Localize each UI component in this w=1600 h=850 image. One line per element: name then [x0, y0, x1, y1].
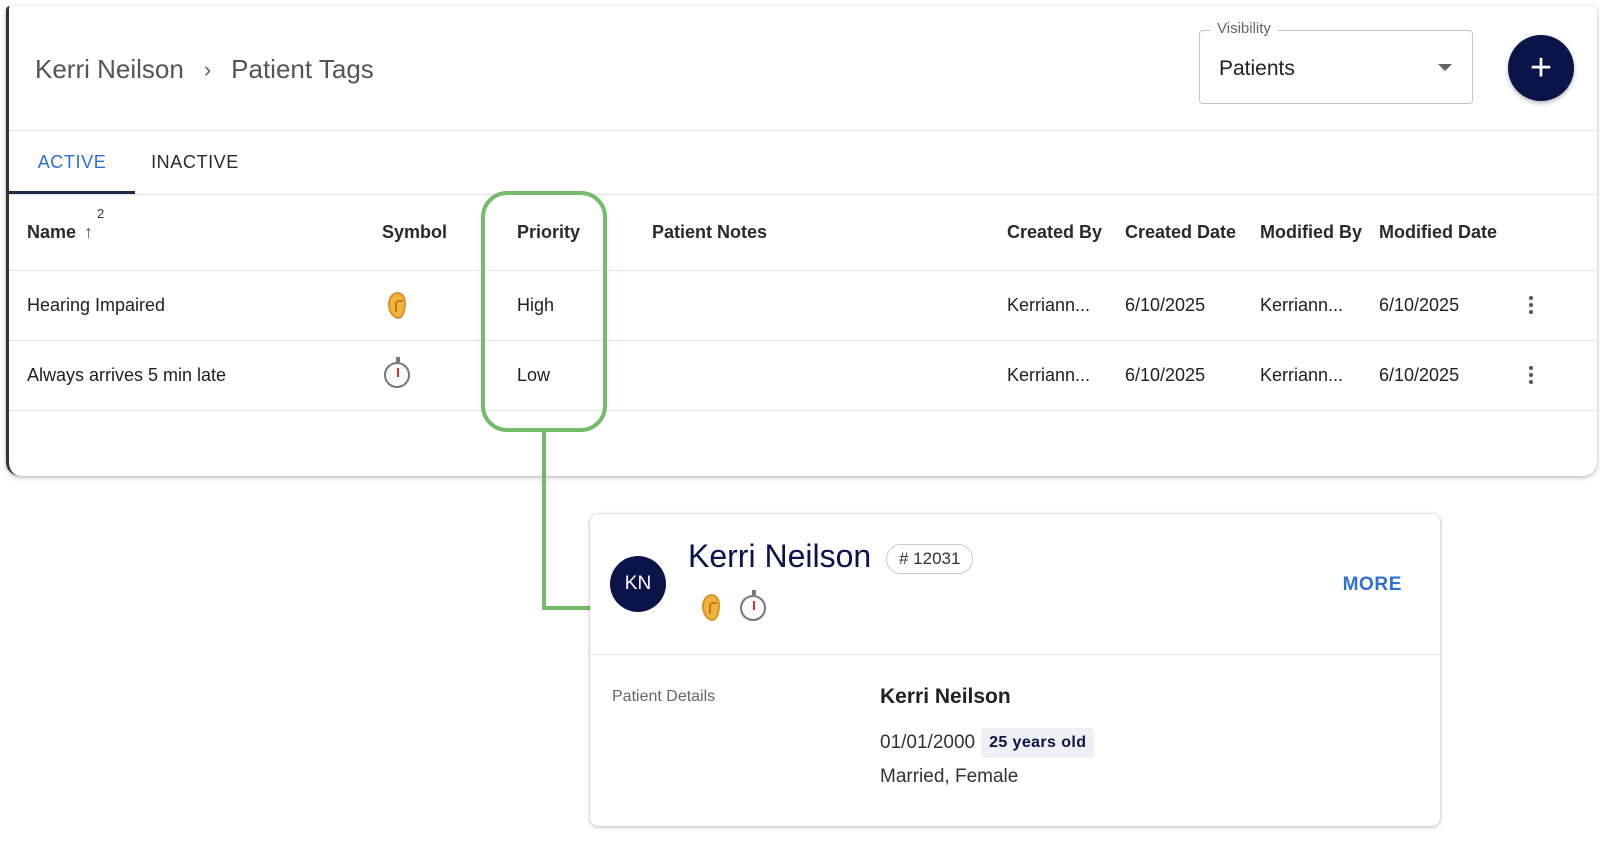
breadcrumb: Kerri Neilson › Patient Tags — [35, 54, 374, 85]
tag-name: Hearing Impaired — [27, 294, 166, 315]
column-header-created-date[interactable]: Created Date — [1125, 194, 1236, 270]
table-row[interactable]: Always arrives 5 min late Low Kerriann..… — [9, 340, 1597, 411]
ear-icon — [388, 291, 406, 319]
more-button[interactable]: MORE — [1343, 574, 1402, 596]
patient-id-badge: # 12031 — [886, 544, 974, 574]
status-tabs: ACTIVE INACTIVE — [9, 130, 1597, 195]
patient-summary-card: KN Kerri Neilson # 12031 MORE Patient De… — [590, 514, 1440, 826]
tag-modified-date: 6/10/2025 — [1379, 294, 1460, 315]
patient-tags-panel: Kerri Neilson › Patient Tags Visibility … — [6, 6, 1597, 476]
stopwatch-icon — [384, 357, 410, 388]
patient-dob-row: 01/01/2000 25 years old — [880, 728, 1095, 758]
tab-inactive[interactable]: INACTIVE — [135, 130, 255, 194]
tag-created-date: 6/10/2025 — [1125, 364, 1206, 385]
more-vert-icon — [1521, 292, 1541, 318]
visibility-value: Patients — [1219, 57, 1295, 80]
priority-column-highlight — [481, 191, 607, 432]
column-header-patient-notes[interactable]: Patient Notes — [652, 194, 767, 270]
tag-created-date: 6/10/2025 — [1125, 294, 1206, 315]
patient-details-label: Patient Details — [612, 688, 716, 705]
column-header-created-by[interactable]: Created By — [1007, 194, 1102, 270]
tag-created-by: Kerriann... — [1007, 364, 1091, 385]
ear-icon — [702, 594, 720, 621]
patient-tag-symbols — [696, 589, 766, 621]
chevron-right-icon: › — [203, 56, 212, 82]
arrow-up-icon: ↑ — [84, 221, 94, 242]
sort-priority-number: 2 — [97, 205, 105, 221]
table-header-row: Name ↑ 2 Symbol Priority Patient Notes C… — [9, 194, 1597, 271]
avatar: KN — [610, 556, 666, 612]
add-tag-button[interactable]: + — [1508, 35, 1574, 101]
callout-connector-vertical — [542, 432, 546, 610]
row-menu-button[interactable] — [1521, 270, 1541, 340]
visibility-label: Visibility — [1210, 20, 1278, 37]
tag-name: Always arrives 5 min late — [27, 364, 227, 385]
caret-down-icon — [1438, 64, 1452, 71]
column-header-name[interactable]: Name ↑ 2 — [27, 194, 104, 270]
column-header-symbol[interactable]: Symbol — [382, 194, 447, 270]
panel-header: Kerri Neilson › Patient Tags Visibility … — [9, 6, 1597, 131]
tab-active[interactable]: ACTIVE — [9, 130, 135, 194]
tag-symbol — [382, 340, 410, 410]
column-header-modified-date[interactable]: Modified Date — [1379, 194, 1497, 270]
age-badge: 25 years old — [981, 728, 1095, 758]
visibility-select[interactable]: Visibility Patients — [1199, 20, 1473, 104]
patient-details-name: Kerri Neilson — [880, 685, 1011, 708]
tag-created-by: Kerriann... — [1007, 294, 1091, 315]
tag-modified-by: Kerriann... — [1260, 294, 1344, 315]
tag-modified-date: 6/10/2025 — [1379, 364, 1460, 385]
table-row[interactable]: Hearing Impaired High Kerriann... 6/10/2… — [9, 270, 1597, 341]
patient-name: Kerri Neilson — [688, 538, 872, 574]
stopwatch-icon — [740, 589, 766, 621]
sort-indicator: ↑ 2 — [84, 206, 104, 243]
patient-marital-gender: Married, Female — [880, 766, 1019, 787]
tag-modified-by: Kerriann... — [1260, 364, 1344, 385]
more-vert-icon — [1521, 362, 1541, 388]
breadcrumb-patient-link[interactable]: Kerri Neilson — [35, 54, 184, 85]
row-menu-button[interactable] — [1521, 340, 1541, 410]
tag-symbol — [382, 270, 406, 340]
column-header-modified-by[interactable]: Modified By — [1260, 194, 1362, 270]
breadcrumb-current-page: Patient Tags — [231, 54, 374, 84]
patient-dob: 01/01/2000 — [880, 732, 976, 753]
patient-card-header: KN Kerri Neilson # 12031 MORE — [590, 514, 1440, 655]
